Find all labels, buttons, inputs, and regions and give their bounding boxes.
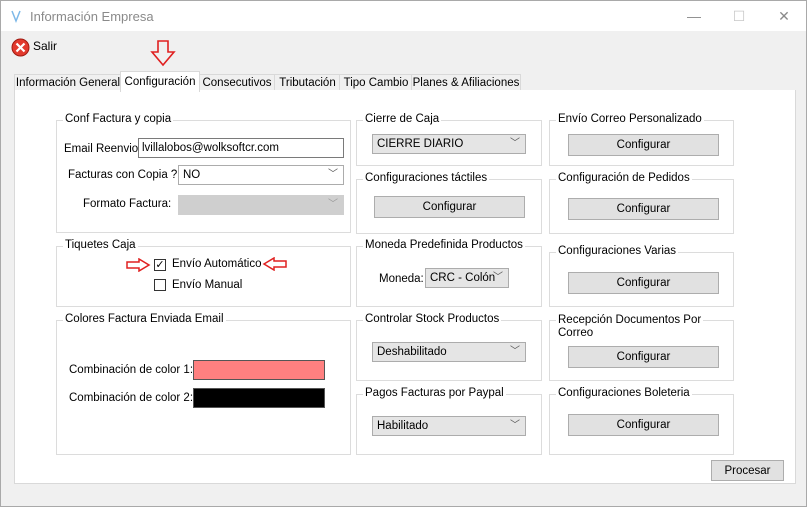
stock-value: Deshabilitado: [377, 346, 447, 358]
pedidos-title: Configuración de Pedidos: [556, 172, 692, 184]
email-reenvio-label: Email Reenvio:: [64, 143, 142, 155]
maximize-button[interactable]: ☐: [729, 7, 749, 25]
color1-swatch[interactable]: [193, 360, 325, 380]
colores-factura-title: Colores Factura Enviada Email: [63, 313, 226, 325]
varias-title: Configuraciones Varias: [556, 245, 679, 257]
tab-tipo-cambio[interactable]: Tipo Cambio: [339, 74, 413, 91]
configurar-varias-button[interactable]: Configurar: [568, 272, 719, 294]
paypal-select[interactable]: Habilitado ﹀: [372, 416, 526, 436]
color2-swatch[interactable]: [193, 388, 325, 408]
window-title: Información Empresa: [30, 9, 154, 24]
conf-factura-title: Conf Factura y copia: [63, 113, 174, 125]
app-icon: [11, 10, 21, 23]
recepcion-title: Recepción Documentos Por Correo: [556, 314, 704, 340]
moneda-title: Moneda Predefinida Productos: [363, 239, 525, 251]
exit-label: Salir: [33, 39, 58, 53]
chevron-down-icon: ﹀: [510, 346, 520, 357]
boleteria-title: Configuraciones Boleteria: [556, 387, 692, 399]
color2-label: Combinación de color 2:: [69, 392, 194, 404]
chevron-down-icon: ﹀: [510, 138, 520, 149]
title-bar: Información Empresa — ☐ ✕: [1, 1, 806, 31]
cierre-caja-title: Cierre de Caja: [363, 113, 442, 125]
cierre-caja-select[interactable]: CIERRE DIARIO ﹀: [372, 134, 526, 154]
envio-manual-label: Envío Manual: [172, 279, 243, 291]
envio-manual-checkbox[interactable]: [154, 279, 166, 291]
recepcion-title-line2: Correo: [558, 327, 594, 339]
tiquetes-caja-title: Tiquetes Caja: [63, 239, 138, 251]
moneda-select[interactable]: CRC - Colón ﹀: [425, 268, 509, 288]
stock-title: Controlar Stock Productos: [363, 313, 502, 325]
recepcion-title-line1: Recepción Documentos Por: [558, 314, 702, 326]
chevron-down-icon: ﹀: [328, 169, 338, 180]
checkmark-icon: ✓: [155, 259, 165, 271]
down-arrow-annotation-icon: [150, 40, 176, 67]
formato-factura-label: Formato Factura:: [83, 198, 172, 210]
paypal-title: Pagos Facturas por Paypal: [363, 387, 506, 399]
app-window: Información Empresa — ☐ ✕ Salir Informac…: [0, 0, 807, 507]
right-arrow-annotation-icon: [126, 258, 151, 272]
configurar-boleteria-button[interactable]: Configurar: [568, 414, 719, 436]
close-button[interactable]: ✕: [774, 7, 794, 25]
paypal-value: Habilitado: [377, 420, 429, 432]
color1-label: Combinación de color 1:: [69, 364, 194, 376]
procesar-button[interactable]: Procesar: [711, 460, 784, 481]
tab-consecutivos[interactable]: Consecutivos: [198, 74, 276, 91]
configurar-correo-button[interactable]: Configurar: [568, 134, 719, 156]
configuraciones-tactiles-title: Configuraciones táctiles: [363, 172, 490, 184]
envio-automatico-label: Envío Automático: [172, 258, 262, 270]
exit-button[interactable]: Salir: [10, 37, 70, 57]
facturas-copia-value: NO: [183, 169, 201, 181]
moneda-value: CRC - Colón: [430, 272, 496, 284]
stock-select[interactable]: Deshabilitado ﹀: [372, 342, 526, 362]
tab-planes-afiliaciones[interactable]: Planes & Afiliaciones: [411, 74, 521, 91]
envio-correo-title: Envío Correo Personalizado: [556, 113, 704, 125]
left-arrow-annotation-icon: [262, 257, 287, 271]
chevron-down-icon: ﹀: [328, 199, 338, 210]
close-circle-icon: [11, 38, 30, 57]
chevron-down-icon: ﹀: [510, 420, 520, 431]
formato-factura-select[interactable]: ﹀: [178, 195, 344, 215]
envio-automatico-checkbox[interactable]: ✓: [154, 259, 166, 271]
configurar-recepcion-button[interactable]: Configurar: [568, 346, 719, 368]
facturas-copia-label: Facturas con Copia ?: [68, 169, 178, 181]
tiquetes-caja-group: Tiquetes Caja: [56, 239, 351, 307]
configurar-tactiles-button[interactable]: Configurar: [374, 196, 525, 218]
tab-informacion-general[interactable]: Información General: [14, 74, 122, 91]
configurar-pedidos-button[interactable]: Configurar: [568, 198, 719, 220]
minimize-button[interactable]: —: [684, 7, 704, 25]
tab-configuracion[interactable]: Configuración: [120, 71, 200, 92]
facturas-copia-select[interactable]: NO ﹀: [178, 165, 344, 185]
moneda-label: Moneda:: [379, 273, 424, 285]
tab-tributacion[interactable]: Tributación: [274, 74, 341, 91]
chevron-down-icon: ﹀: [493, 272, 503, 283]
email-reenvio-input[interactable]: lvillalobos@wolksoftcr.com: [138, 138, 344, 158]
cierre-caja-value: CIERRE DIARIO: [377, 138, 464, 150]
